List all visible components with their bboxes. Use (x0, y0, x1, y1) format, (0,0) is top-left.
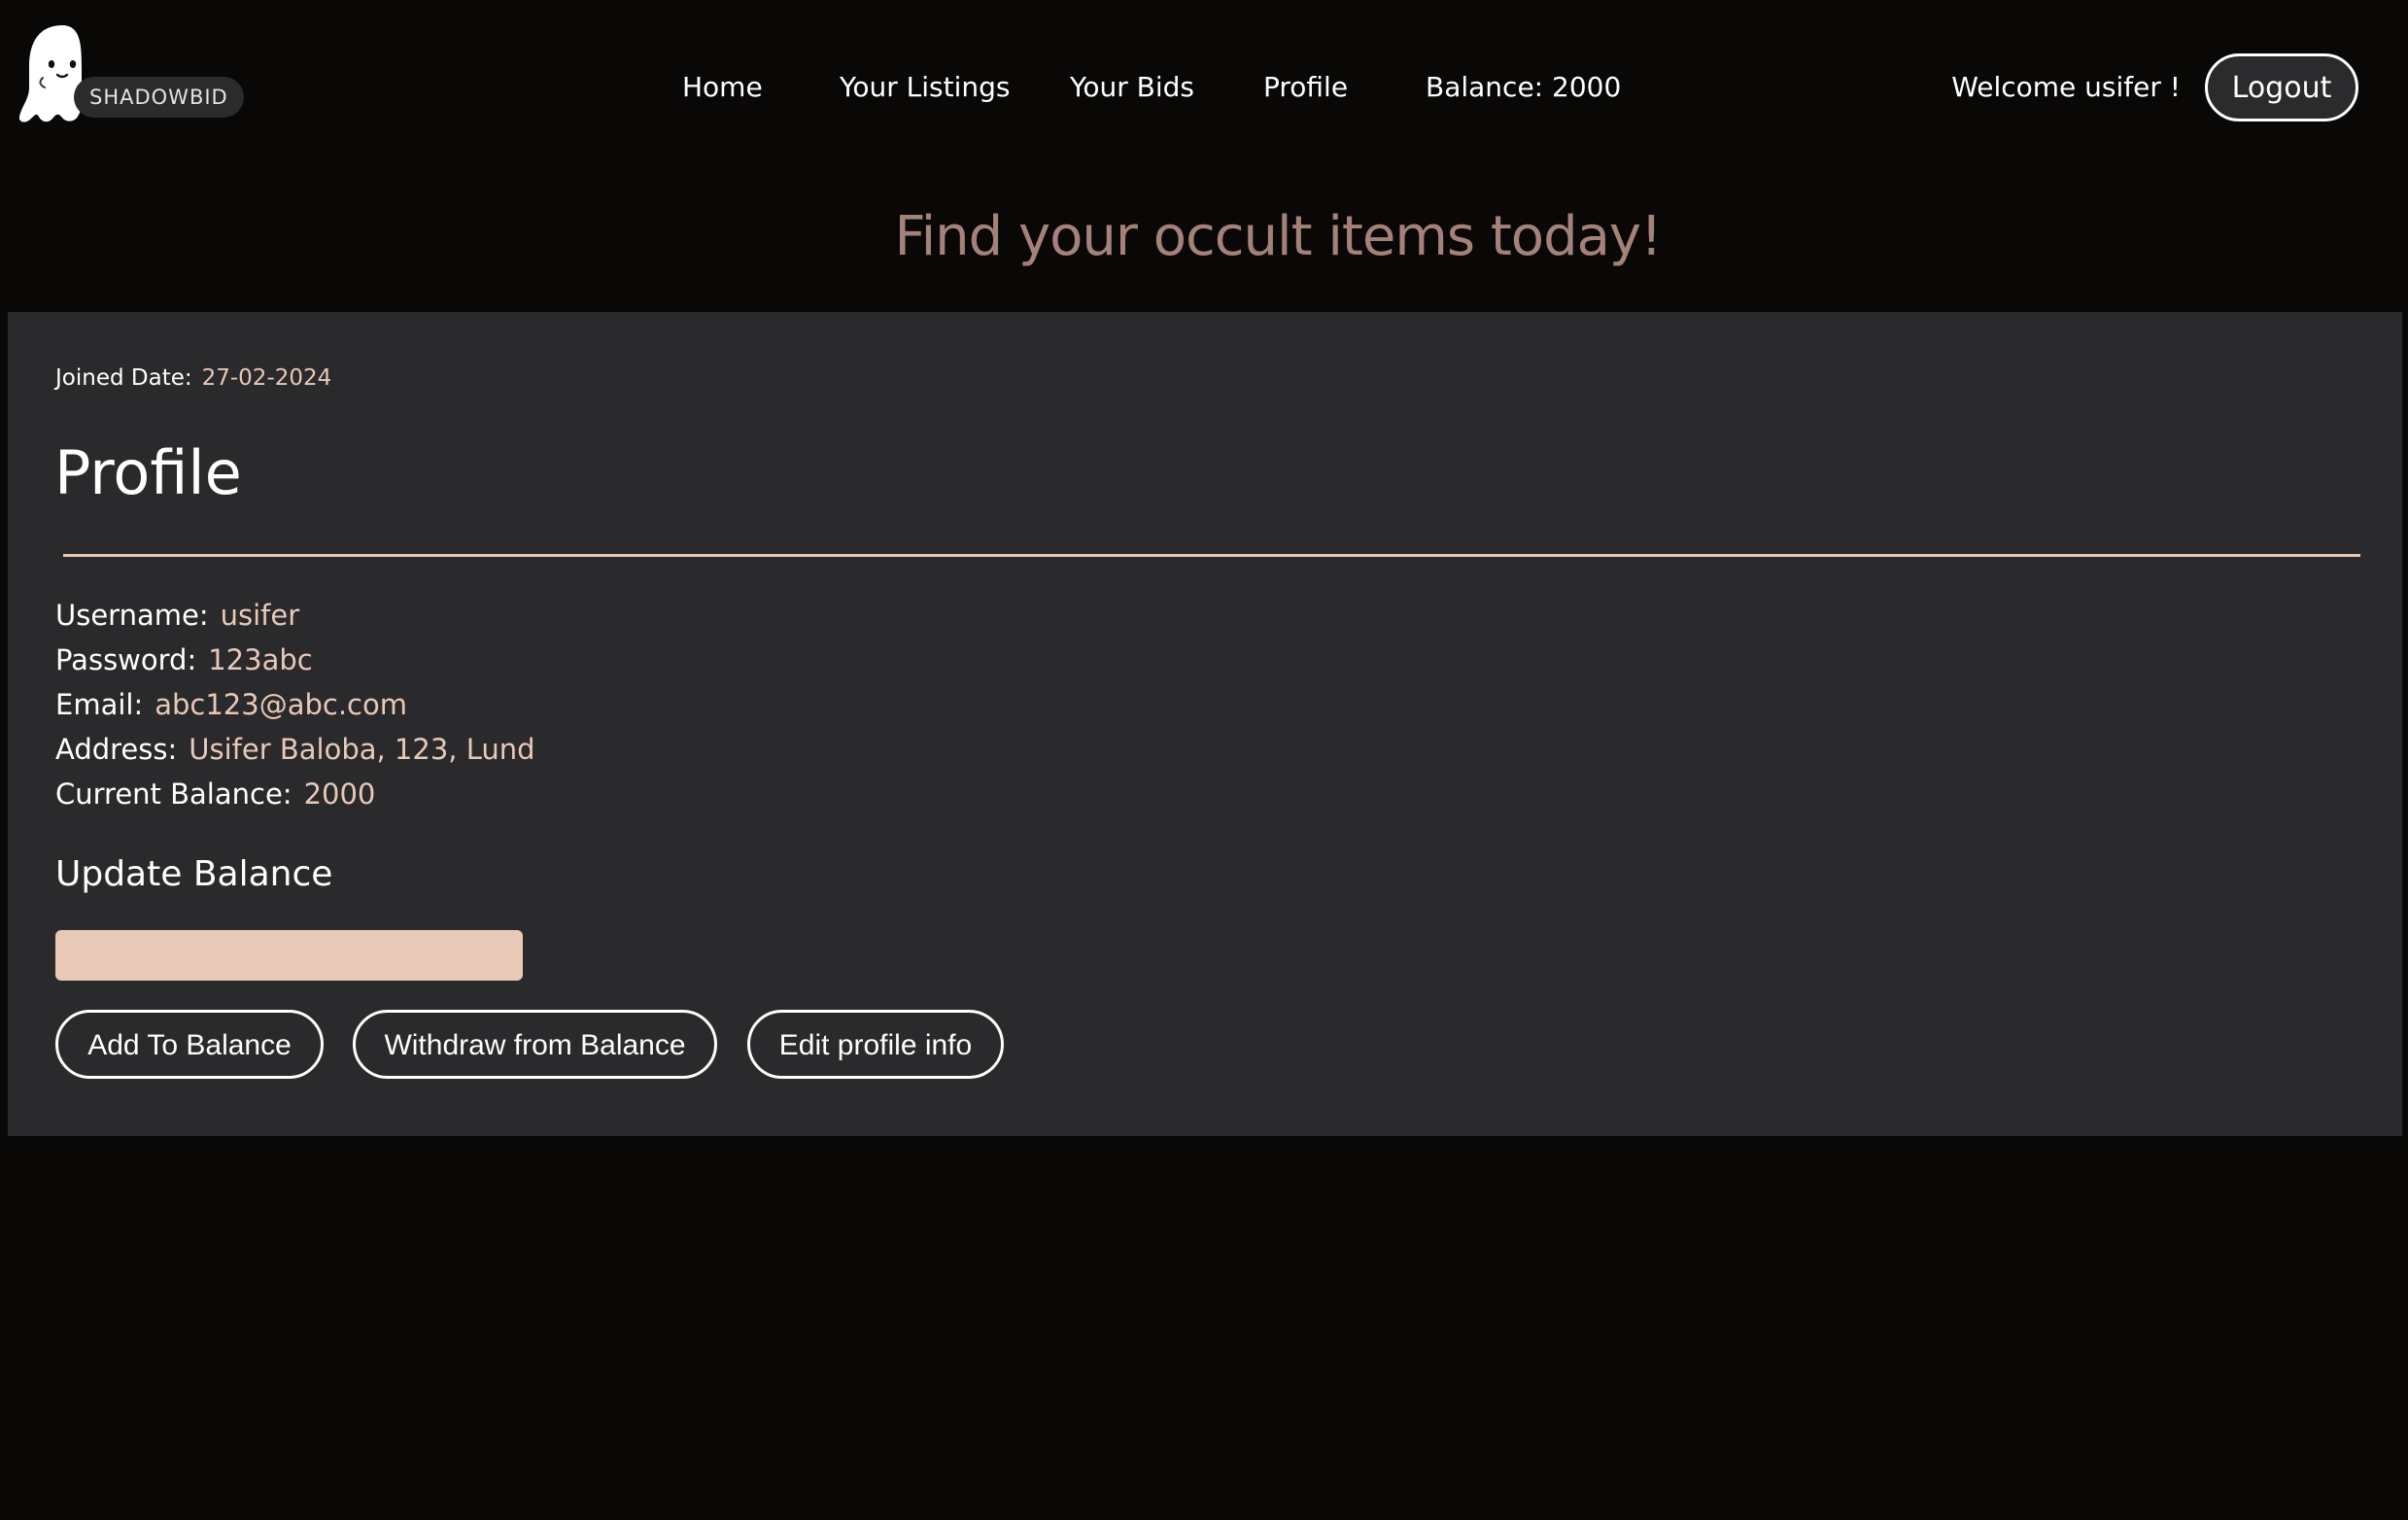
nav-your-bids[interactable]: Your Bids (1070, 66, 1194, 109)
field-current-balance: Current Balance: 2000 (55, 772, 535, 816)
update-balance-heading: Update Balance (55, 854, 333, 894)
joined-date-value: 27-02-2024 (201, 365, 332, 391)
tagline: Find your occult items today! (894, 205, 1662, 268)
field-address: Address: Usifer Baloba, 123, Lund (55, 727, 535, 772)
field-label: Username: (55, 599, 209, 632)
field-password: Password: 123abc (55, 638, 535, 682)
nav-balance[interactable]: Balance: 2000 (1426, 66, 1621, 109)
joined-date-label: Joined Date: (55, 365, 192, 391)
field-label: Current Balance: (55, 777, 292, 811)
nav-home[interactable]: Home (682, 66, 763, 109)
field-email: Email: abc123@abc.com (55, 682, 535, 727)
profile-panel: Joined Date: 27-02-2024 Profile Username:… (8, 312, 2402, 1136)
field-value: abc123@abc.com (155, 688, 407, 721)
withdraw-from-balance-button[interactable]: Withdraw from Balance (353, 1010, 717, 1079)
field-username: Username: usifer (55, 593, 535, 638)
brand-logo[interactable]: SHADOWBID (17, 23, 244, 126)
header: SHADOWBID Home Your Listings Your Bids P… (0, 0, 2408, 175)
field-value: 2000 (303, 777, 376, 811)
balance-amount-input[interactable] (55, 930, 523, 981)
nav-profile[interactable]: Profile (1263, 66, 1348, 109)
divider (63, 554, 2360, 557)
welcome-text: Welcome usifer ! (1951, 71, 2181, 103)
brand-name: SHADOWBID (74, 77, 244, 118)
logout-button[interactable]: Logout (2205, 53, 2358, 121)
profile-fields: Username: usifer Password: 123abc Email: ab… (55, 593, 535, 816)
field-value: Usifer Baloba, 123, Lund (189, 733, 535, 766)
edit-profile-button[interactable]: Edit profile info (747, 1010, 1004, 1079)
add-to-balance-button[interactable]: Add To Balance (55, 1010, 324, 1079)
field-value: 123abc (208, 643, 313, 676)
field-label: Email: (55, 688, 144, 721)
page-title: Profile (54, 437, 242, 508)
field-label: Address: (55, 733, 178, 766)
field-value: usifer (220, 599, 300, 632)
field-label: Password: (55, 643, 197, 676)
nav-your-listings[interactable]: Your Listings (840, 66, 1011, 109)
joined-date: Joined Date: 27-02-2024 (55, 363, 331, 394)
